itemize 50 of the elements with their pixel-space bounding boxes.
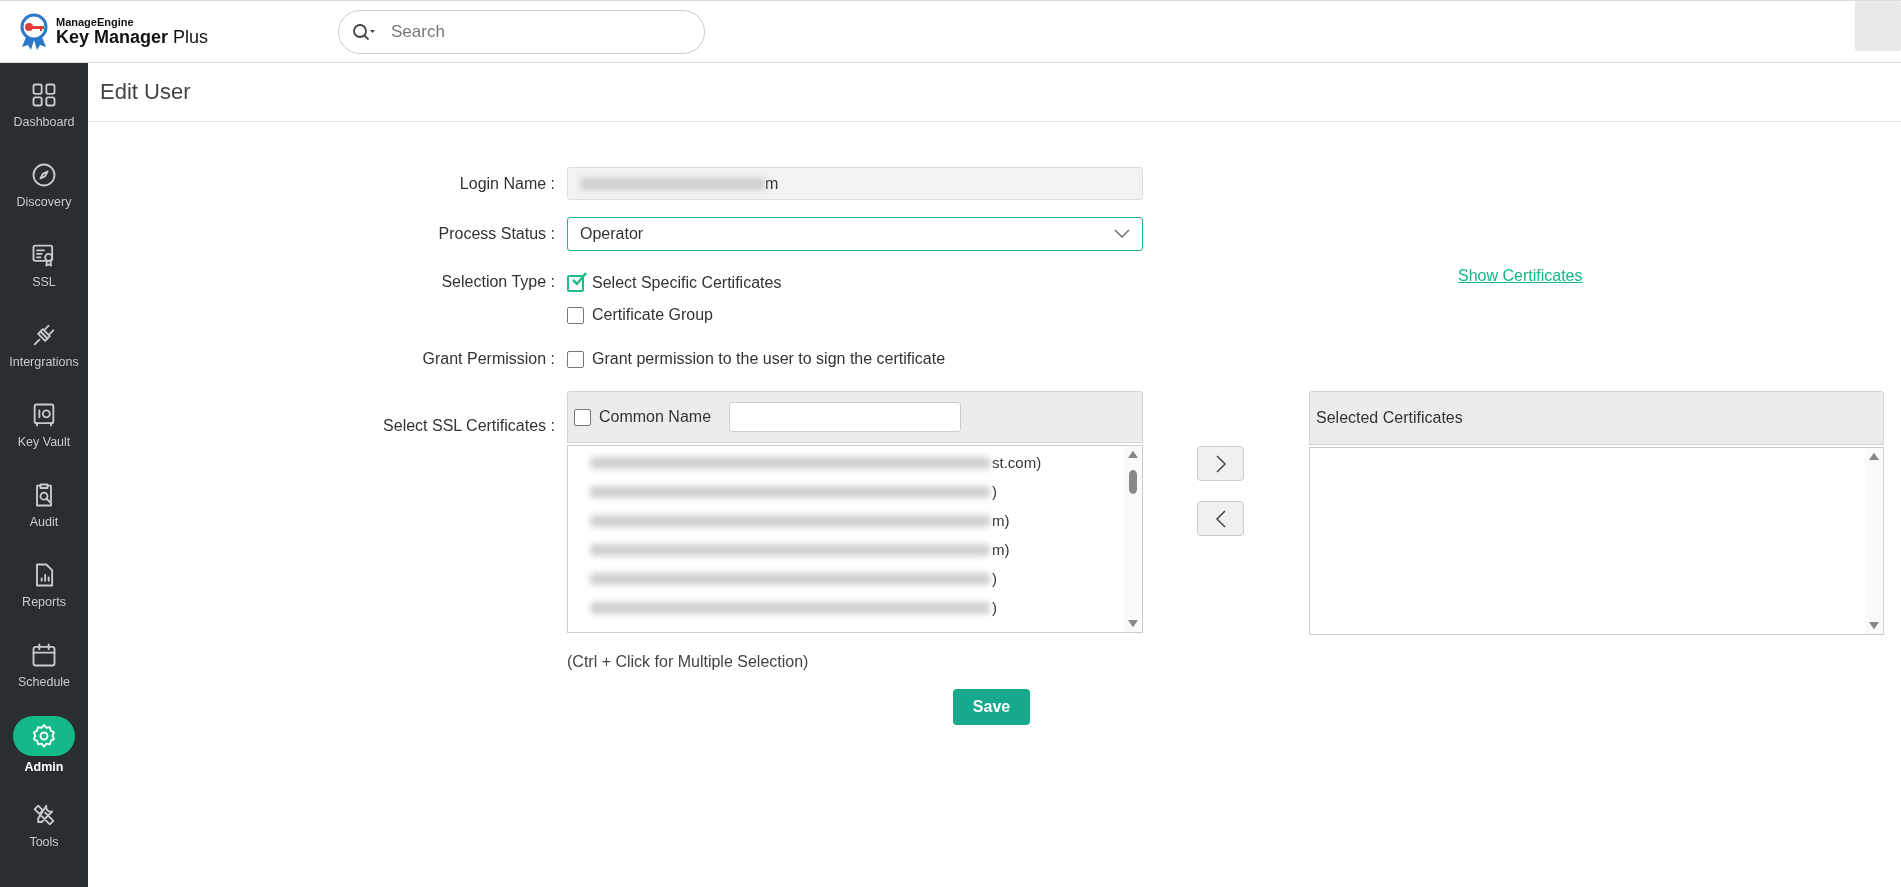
checkbox[interactable] xyxy=(574,408,591,426)
sidebar-item[interactable]: SSL xyxy=(0,225,88,305)
sidebar-item[interactable]: Audit xyxy=(0,465,88,545)
field-label: Selection Type : xyxy=(440,273,556,292)
sidebar-item[interactable]: Admin xyxy=(0,705,88,785)
chevron-left-icon xyxy=(1214,509,1227,528)
field-label: Select SSL Certificates : xyxy=(382,416,556,436)
page-title: Edit User xyxy=(88,63,1901,122)
checkbox-label: Select Specific Certificates xyxy=(592,274,782,292)
settings-icon xyxy=(30,722,58,750)
process-status-dropdown[interactable]: Operator xyxy=(567,217,1143,251)
compass-icon xyxy=(30,161,58,189)
list-item[interactable]: ) xyxy=(992,570,997,587)
panel-header: Selected Certificates xyxy=(1309,391,1884,445)
key-badge-logo-icon xyxy=(18,12,50,51)
calendar-icon xyxy=(30,641,58,669)
field-label: Process Status : xyxy=(437,224,556,244)
checkbox[interactable] xyxy=(567,274,584,292)
field-label: Login Name : xyxy=(458,174,556,194)
list-item[interactable]: ) xyxy=(992,483,997,500)
sidebar-item[interactable]: Tools xyxy=(0,785,88,865)
list-item[interactable]: m) xyxy=(992,512,1010,529)
login-name-field[interactable]: m xyxy=(567,167,1143,200)
column-header: Common Name xyxy=(599,408,712,426)
search-icon xyxy=(352,22,376,41)
search-field[interactable]: Search xyxy=(338,9,705,54)
checkbox[interactable] xyxy=(567,350,584,368)
list-item[interactable]: m) xyxy=(992,541,1010,558)
add-button[interactable] xyxy=(1197,446,1244,481)
sidebar-item[interactable]: Discovery xyxy=(0,145,88,225)
sidebar-item[interactable]: Schedule xyxy=(0,625,88,705)
common-name-filter-field[interactable] xyxy=(729,402,962,432)
sidebar-item[interactable]: Reports xyxy=(0,545,88,625)
sidebar-item[interactable]: Dashboard xyxy=(0,65,88,145)
checkbox-label: Grant permission to the user to sign the certificate xyxy=(592,350,946,368)
chevron-right-icon xyxy=(1214,454,1227,473)
field-label: Grant Permission : xyxy=(421,349,556,369)
brand-name: Key Manager Plus xyxy=(56,28,209,46)
sidebar-item[interactable]: Intergrations xyxy=(0,305,88,385)
sidebar-item[interactable]: Key Vault xyxy=(0,385,88,465)
checkbox-label: Certificate Group xyxy=(592,306,713,324)
list-item[interactable]: st.com) xyxy=(992,454,1042,471)
chevron-down-icon xyxy=(1114,229,1130,239)
hint-text: (Ctrl + Click for Multiple Selection) xyxy=(567,653,810,671)
brand-tagline: ManageEngine xyxy=(56,17,135,28)
grid-icon xyxy=(30,81,58,109)
checkbox[interactable] xyxy=(567,306,584,324)
remove-button[interactable] xyxy=(1197,501,1244,536)
certificate-list[interactable]: st.com) ) m) m) ) ) xyxy=(567,445,1143,633)
list-item[interactable]: ) xyxy=(992,599,997,616)
